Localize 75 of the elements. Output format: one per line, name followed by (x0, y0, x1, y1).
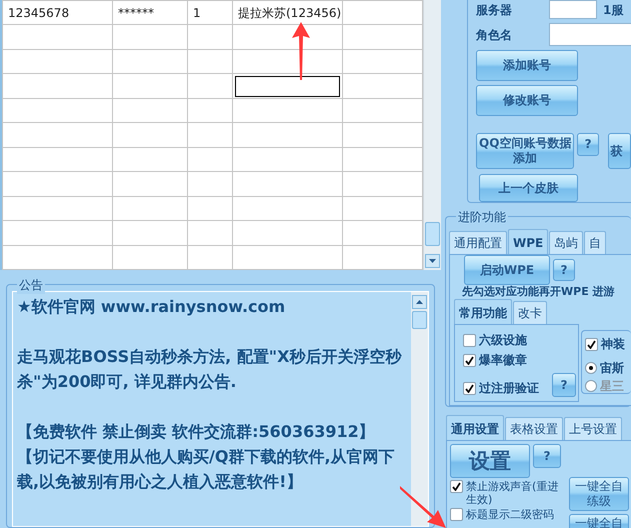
arrow-annotation (400, 486, 446, 528)
server-field[interactable] (549, 0, 597, 19)
checkbox-option[interactable]: 神装 (585, 335, 625, 353)
tab[interactable]: 通用配置 (449, 231, 507, 254)
qq-import-button[interactable]: QQ空间账号数据 添加 (476, 133, 574, 169)
table-cell: 1 (188, 0, 232, 25)
checkbox[interactable] (463, 382, 476, 394)
check-icon (587, 340, 596, 348)
start-wpe-button[interactable]: 启动WPE (464, 255, 550, 285)
tab[interactable]: 常用功能 (454, 299, 512, 324)
group-title: 进阶功能 (456, 208, 508, 226)
option-label: 星三 (600, 378, 624, 395)
checkbox-option[interactable]: 标题显示二级密码 (450, 508, 566, 521)
scroll-thumb[interactable] (425, 222, 440, 246)
tab[interactable]: WPE (508, 229, 548, 254)
option-label: 爆率徽章 (479, 352, 527, 369)
option-label: 神装 (601, 336, 625, 353)
cell-editor[interactable] (235, 76, 340, 97)
checkbox[interactable] (463, 354, 476, 366)
option-label: 禁止游戏声音(重进生效) (466, 480, 560, 506)
checkbox-option[interactable]: 爆率徽章 (463, 351, 527, 369)
radio-option[interactable]: 宙斯 (585, 359, 624, 377)
field-label: 角色名 (476, 26, 512, 44)
previous-skin-button[interactable]: 上一个皮肤 (479, 174, 578, 202)
checkbox-option[interactable]: 六级设施 (463, 331, 527, 349)
option-label: 标题显示二级密码 (466, 508, 555, 521)
table-cell: 提拉米苏(123456) (232, 0, 342, 25)
checkbox[interactable] (450, 480, 463, 493)
option-label: 宙斯 (600, 360, 624, 377)
check-icon (465, 356, 474, 364)
tab[interactable]: 上号设置 (564, 417, 622, 440)
tab[interactable]: 自 (584, 231, 606, 254)
scroll-up-button[interactable] (412, 295, 427, 309)
side-button[interactable]: 获 (608, 133, 631, 169)
scroll-down-button[interactable] (425, 254, 440, 268)
notice-paragraph: 【切记不要使用从他人购买/Q群下载的软件,从官网下载,以免被别有用心之人植入恶意软件!】 (17, 446, 396, 493)
down-arrow-icon (429, 258, 436, 263)
help-button[interactable]: ? (553, 259, 575, 281)
checkbox[interactable] (463, 334, 476, 346)
checkbox[interactable] (450, 508, 463, 521)
checkbox-option[interactable]: 禁止游戏声音(重进生效) (450, 480, 566, 506)
help-button[interactable]: ? (533, 444, 561, 468)
up-arrow-icon (416, 300, 423, 304)
check-icon (465, 384, 474, 392)
hint-text: 先勾选对应功能再开WPE 进游 (462, 285, 616, 299)
server-name: 1服 (603, 2, 624, 18)
help-button[interactable]: ? (552, 373, 576, 397)
settings-button[interactable]: 设置 (450, 444, 530, 478)
notice-paragraph: ★软件官网 www.rainysnow.com (17, 296, 286, 318)
scrollbar[interactable] (411, 292, 428, 526)
auto-button[interactable]: 一键全自 练级 (569, 477, 629, 511)
tab[interactable]: 岛屿 (549, 231, 584, 254)
option-label: 过注册验证 (479, 380, 539, 397)
option-label: 六级设施 (479, 332, 527, 349)
notice-paragraph: 走马观花BOSS自动秒杀方法, 配置"X秒后开关浮空秒杀"为200即可, 详见群内公告. (17, 346, 403, 393)
help-button[interactable]: ? (577, 133, 599, 156)
tab[interactable]: 表格设置 (505, 417, 563, 440)
check-icon (452, 482, 461, 491)
account-button[interactable]: 添加账号 (476, 50, 578, 81)
tab[interactable]: 通用设置 (446, 415, 504, 440)
table-cell: 12345678 (2, 0, 112, 25)
radio-button[interactable] (585, 380, 597, 392)
role-name-field[interactable] (549, 23, 631, 46)
tab[interactable]: 改卡 (513, 301, 547, 324)
arrow-annotation (291, 22, 311, 80)
notice-paragraph: 【免费软件 禁止倒卖 软件交流群:560363912】 (17, 421, 376, 443)
scrollbar[interactable] (423, 0, 441, 270)
scroll-thumb[interactable] (412, 311, 427, 329)
field-label: 服务器 (476, 2, 512, 18)
table-cell: ****** (112, 0, 188, 25)
checkbox[interactable] (585, 338, 598, 350)
account-button[interactable]: 修改账号 (476, 85, 578, 116)
checkbox-option[interactable]: 过注册验证 (463, 379, 539, 397)
group-title: 公告 (17, 276, 45, 294)
radio-button[interactable] (585, 362, 597, 374)
